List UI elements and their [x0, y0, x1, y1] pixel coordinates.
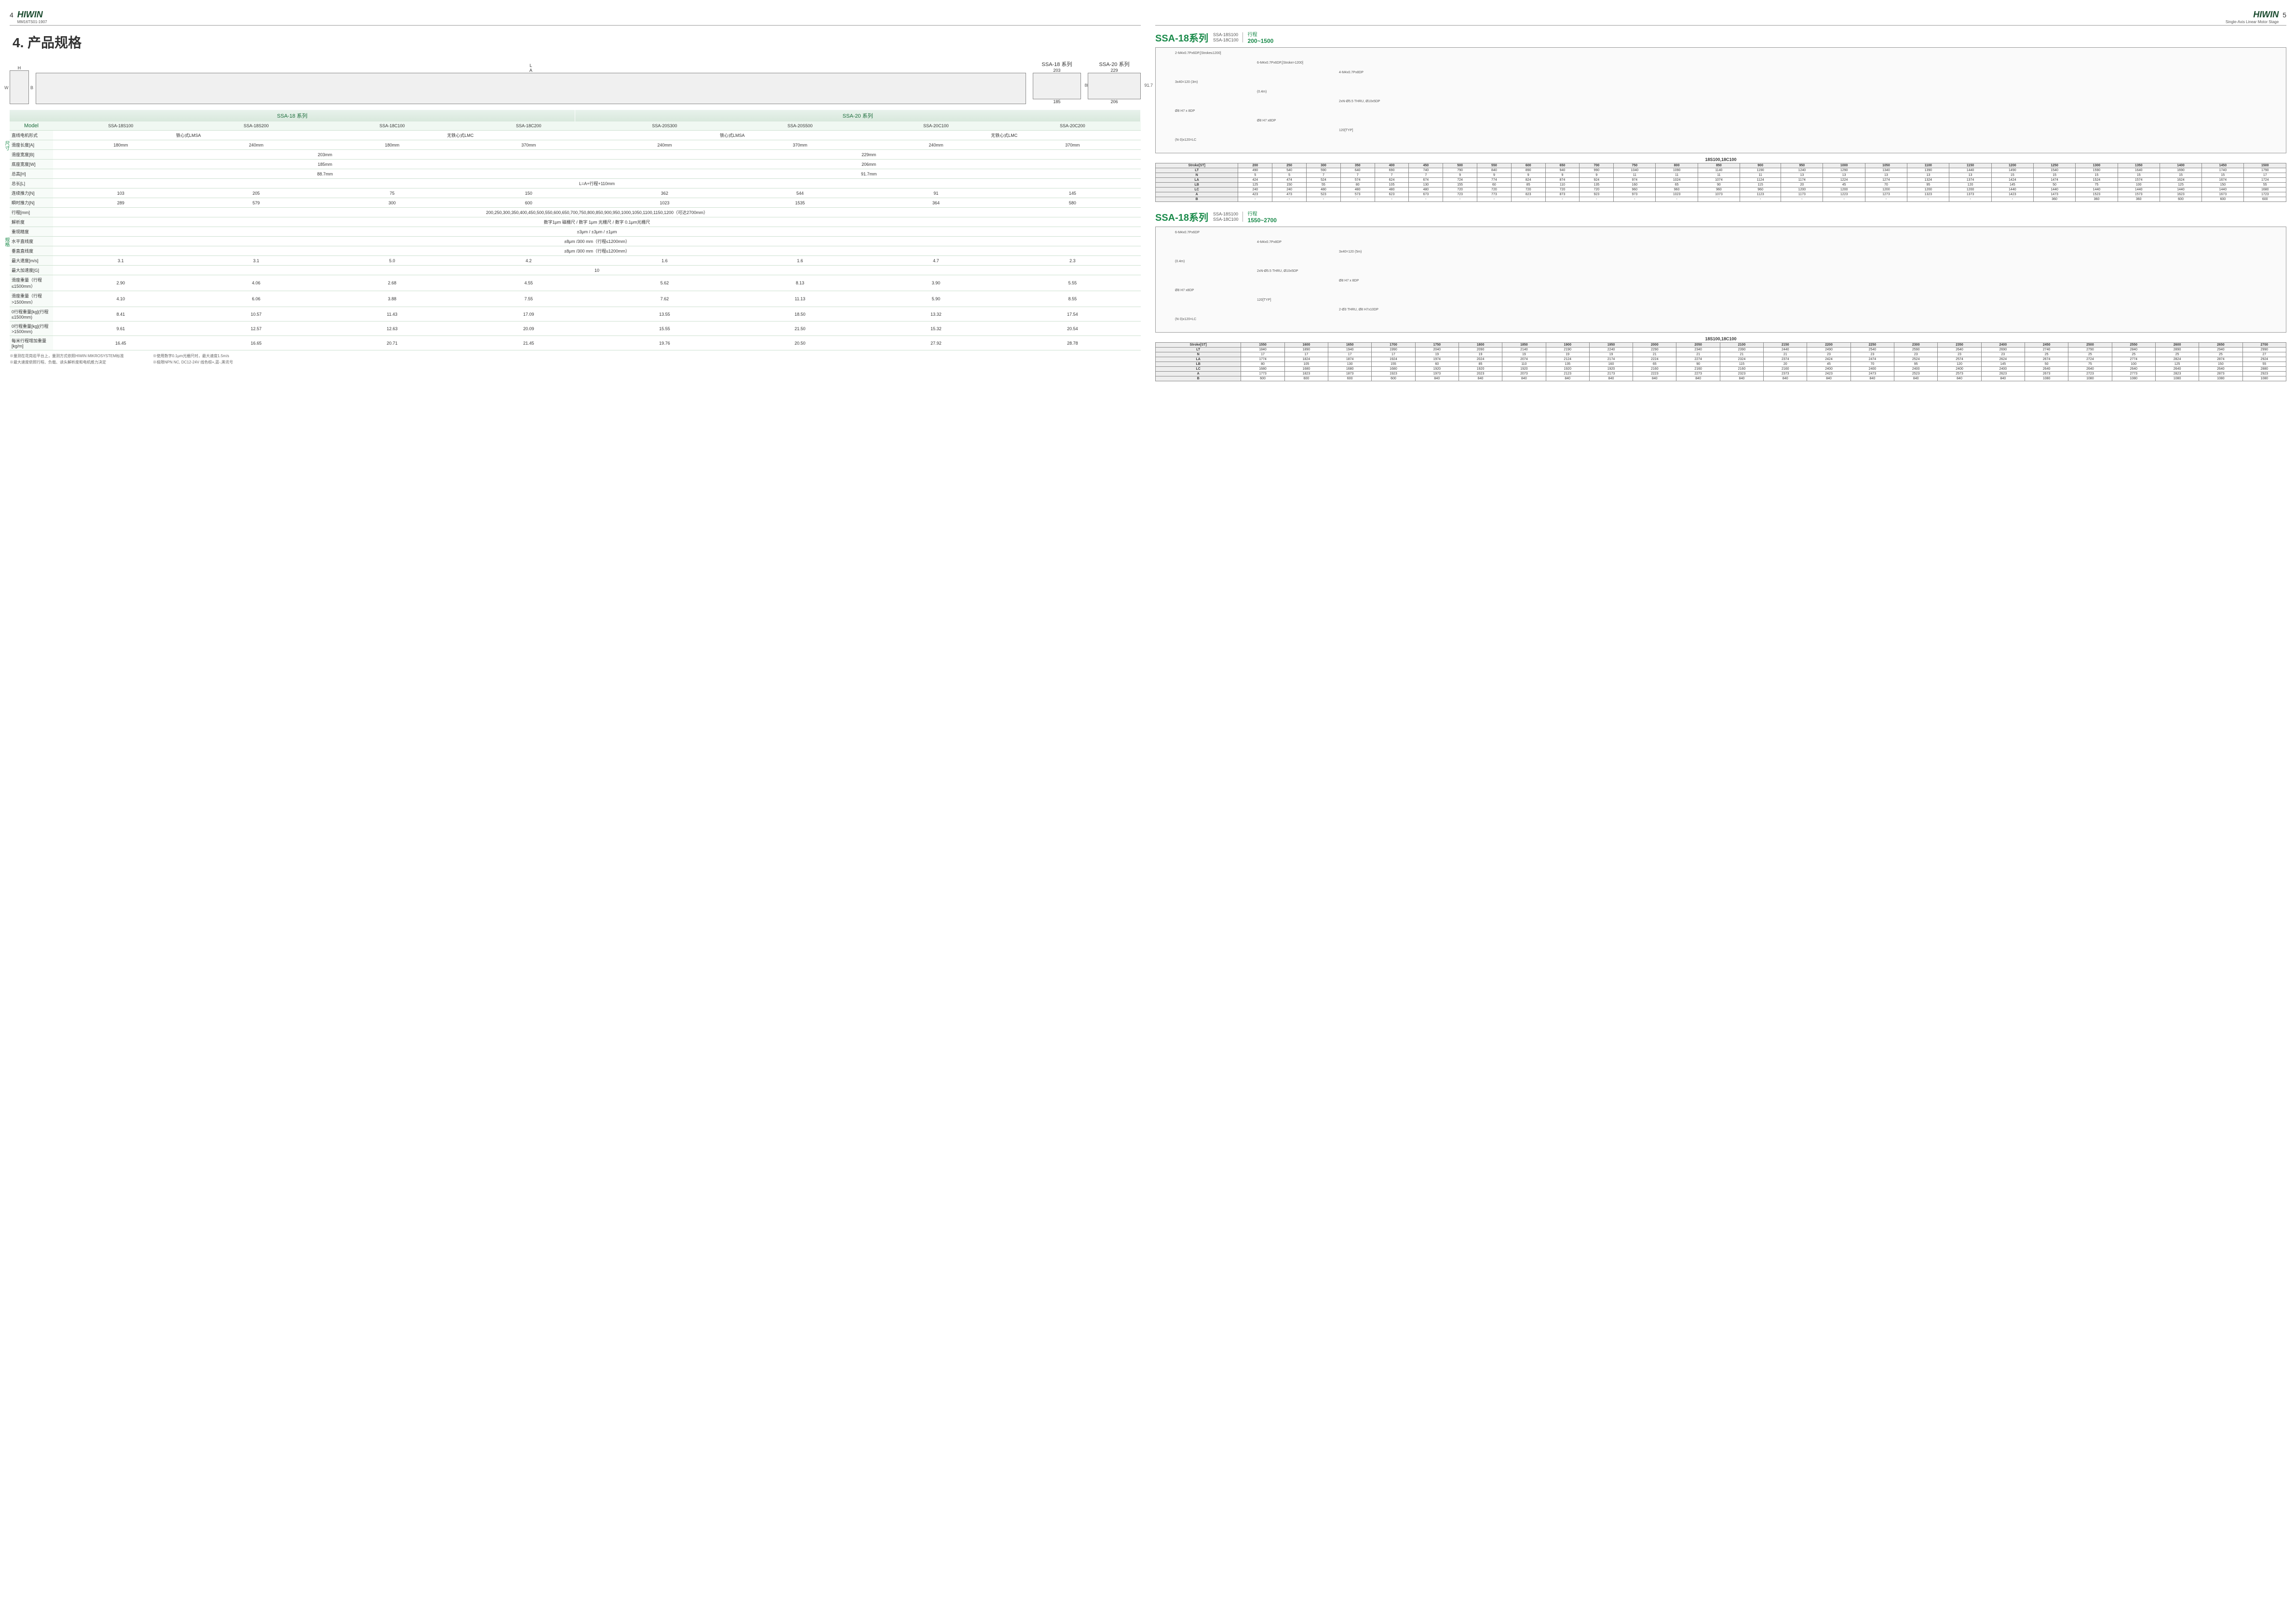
note-1: ※量测在花岗岩平台上，量测方式依照HIWIN MIKROSYSTEM标准 — [10, 353, 124, 360]
note-3: ※使用数字0.1μm光栅尺时，最大速度1.5m/s — [153, 353, 233, 360]
series-name: SSA-18系列 — [1155, 30, 1208, 44]
side-view-diagram: W B — [10, 70, 29, 104]
header-left: 4 HIWIN MM16TS01-1907 — [10, 10, 1141, 26]
draw-note: Ø8 H7 x8DP — [1257, 119, 1276, 122]
dim-A: A — [529, 68, 532, 73]
draw-note: (N-3)x120=LC — [1175, 138, 1196, 142]
series-models: SSA-18S100SSA-18C100 — [1213, 212, 1243, 222]
right-blocks-container: SSA-18系列SSA-18S100SSA-18C100行程200~15002-… — [1155, 30, 2286, 381]
draw-note: (N-3)x120=LC — [1175, 318, 1196, 321]
series-hdr-18: SSA-18 系列 — [10, 110, 575, 121]
draw-note: 2xN-Ø5.5 THRU, Ø10x5DP — [1257, 269, 1298, 273]
series-block-1: SSA-18系列 SSA-18S100SSA-18C100 行程1550~2700 6… — [1155, 210, 2286, 381]
dim-H: H — [18, 66, 21, 70]
series-title: SSA-18系列 SSA-18S100SSA-18C100 行程1550~2700 — [1155, 210, 2286, 224]
schematic-row: H W B L A SSA-18 系列 203 88.7 185 SSA-20 … — [10, 60, 1141, 104]
series-block-0: SSA-18系列 SSA-18S100SSA-18C100 行程200~1500 2-… — [1155, 30, 2286, 202]
brand-logo-right: HIWIN — [2226, 10, 2279, 20]
dim-table-title: 18S100,18C100 — [1155, 335, 2286, 342]
dim-L: L — [529, 63, 532, 68]
dim-B: B — [30, 85, 33, 90]
header-right: HIWIN Single-Axis Linear Motor Stage 5 — [1155, 10, 2286, 26]
side-label-spec: 规格 — [3, 237, 10, 247]
note-4: ※极限NPN NC, DC12-24V 线色棕+,蓝-,黑讯号 — [153, 360, 233, 366]
series-title: SSA-18系列 SSA-18S100SSA-18C100 行程200~1500 — [1155, 30, 2286, 44]
side-label-size: 尺寸 — [3, 141, 10, 150]
draw-note: 3x40=120 (3m) — [1175, 80, 1198, 84]
series-name: SSA-18系列 — [1155, 210, 1208, 224]
page-left: 4 HIWIN MM16TS01-1907 4. 产品规格 H W B L A … — [10, 10, 1141, 389]
draw-note: (0.4m) — [1175, 260, 1185, 263]
stroke-range: 1550~2700 — [1248, 217, 1277, 224]
ssa20-base: 206 — [1088, 99, 1141, 104]
draw-note: 2xN-Ø5.5 THRU, Ø10x5DP — [1339, 100, 1380, 103]
spec-table: ModelSSA-18S100SSA-18S200SSA-18C100SSA-1… — [10, 121, 1141, 350]
ssa18-front-diagram: 88.7 — [1033, 73, 1081, 99]
draw-note: 6-M4x0.7Px6DP — [1175, 231, 1200, 234]
draw-note: 2-Ø3 THRU, Ø8 H7x10DP — [1339, 308, 1378, 311]
stroke-range: 200~1500 — [1248, 38, 1274, 44]
draw-note: 4-M4x0.7Px8DP — [1257, 241, 1282, 244]
draw-note: Ø8 H7 x8DP — [1175, 289, 1194, 292]
right-sub: Single-Axis Linear Motor Stage — [2226, 20, 2279, 24]
dim-W: W — [4, 85, 9, 90]
dim-table-title: 18S100,18C100 — [1155, 156, 2286, 163]
draw-note: (0.4m) — [1257, 90, 1267, 94]
ssa18-label: SSA-18 系列 — [1033, 60, 1081, 68]
draw-note: 120[TYP] — [1257, 298, 1271, 302]
footnotes: ※量测在花岗岩平台上，量测方式依照HIWIN MIKROSYSTEM标准 ※最大… — [10, 353, 1141, 366]
ssa20-front-diagram: 91.7 — [1088, 73, 1141, 99]
dimension-table-0: Stroke[ST]200250300350400450500550600650… — [1155, 163, 2286, 202]
technical-drawing-0: 2-M4x0.7Px6DP,[Stroke≤1200] 6-M4x0.7Px6DP… — [1155, 47, 2286, 153]
stroke-label: 行程 — [1248, 32, 1257, 38]
ssa20-label: SSA-20 系列 — [1088, 60, 1141, 68]
series-header-row: SSA-18 系列 SSA-20 系列 — [10, 110, 1141, 121]
top-view-diagram — [36, 73, 1026, 104]
draw-note: 3x40=120 (5m) — [1339, 250, 1362, 254]
draw-note: Ø8 H7 x 8DP — [1339, 279, 1359, 282]
brand-logo: HIWIN — [17, 10, 47, 20]
series-hdr-20: SSA-20 系列 — [575, 110, 1141, 121]
series-models: SSA-18S100SSA-18C100 — [1213, 32, 1243, 43]
page-number-left: 4 — [10, 11, 14, 19]
page-right: HIWIN Single-Axis Linear Motor Stage 5 S… — [1155, 10, 2286, 389]
doc-code: MM16TS01-1907 — [17, 20, 47, 24]
ssa18-base: 185 — [1033, 99, 1081, 104]
ssa20-height: 91.7 — [1144, 83, 1153, 88]
ssa20-width: 229 — [1088, 68, 1141, 73]
draw-note: 4-M4x0.7Px8DP — [1339, 71, 1364, 74]
section-title: 4. 产品规格 — [13, 32, 1141, 52]
note-2: ※最大速度依照行程、负载、读头解析度和电机推力决定 — [10, 360, 124, 366]
dimension-table-1: Stroke[ST]155016001650170017501800185019… — [1155, 342, 2286, 381]
draw-note: 120[TYP] — [1339, 129, 1353, 132]
ssa18-width: 203 — [1033, 68, 1081, 73]
technical-drawing-1: 6-M4x0.7Px6DP 4-M4x0.7Px8DP 3x40=120 (5m) (… — [1155, 227, 2286, 333]
page-number-right: 5 — [2282, 11, 2286, 19]
draw-note: Ø8 H7 x 8DP — [1175, 109, 1195, 113]
draw-note: 6-M4x0.7Px6DP,[Stroke>1200] — [1257, 61, 1303, 65]
stroke-label: 行程 — [1248, 212, 1257, 217]
draw-note: 2-M4x0.7Px6DP,[Stroke≤1200] — [1175, 52, 1221, 55]
